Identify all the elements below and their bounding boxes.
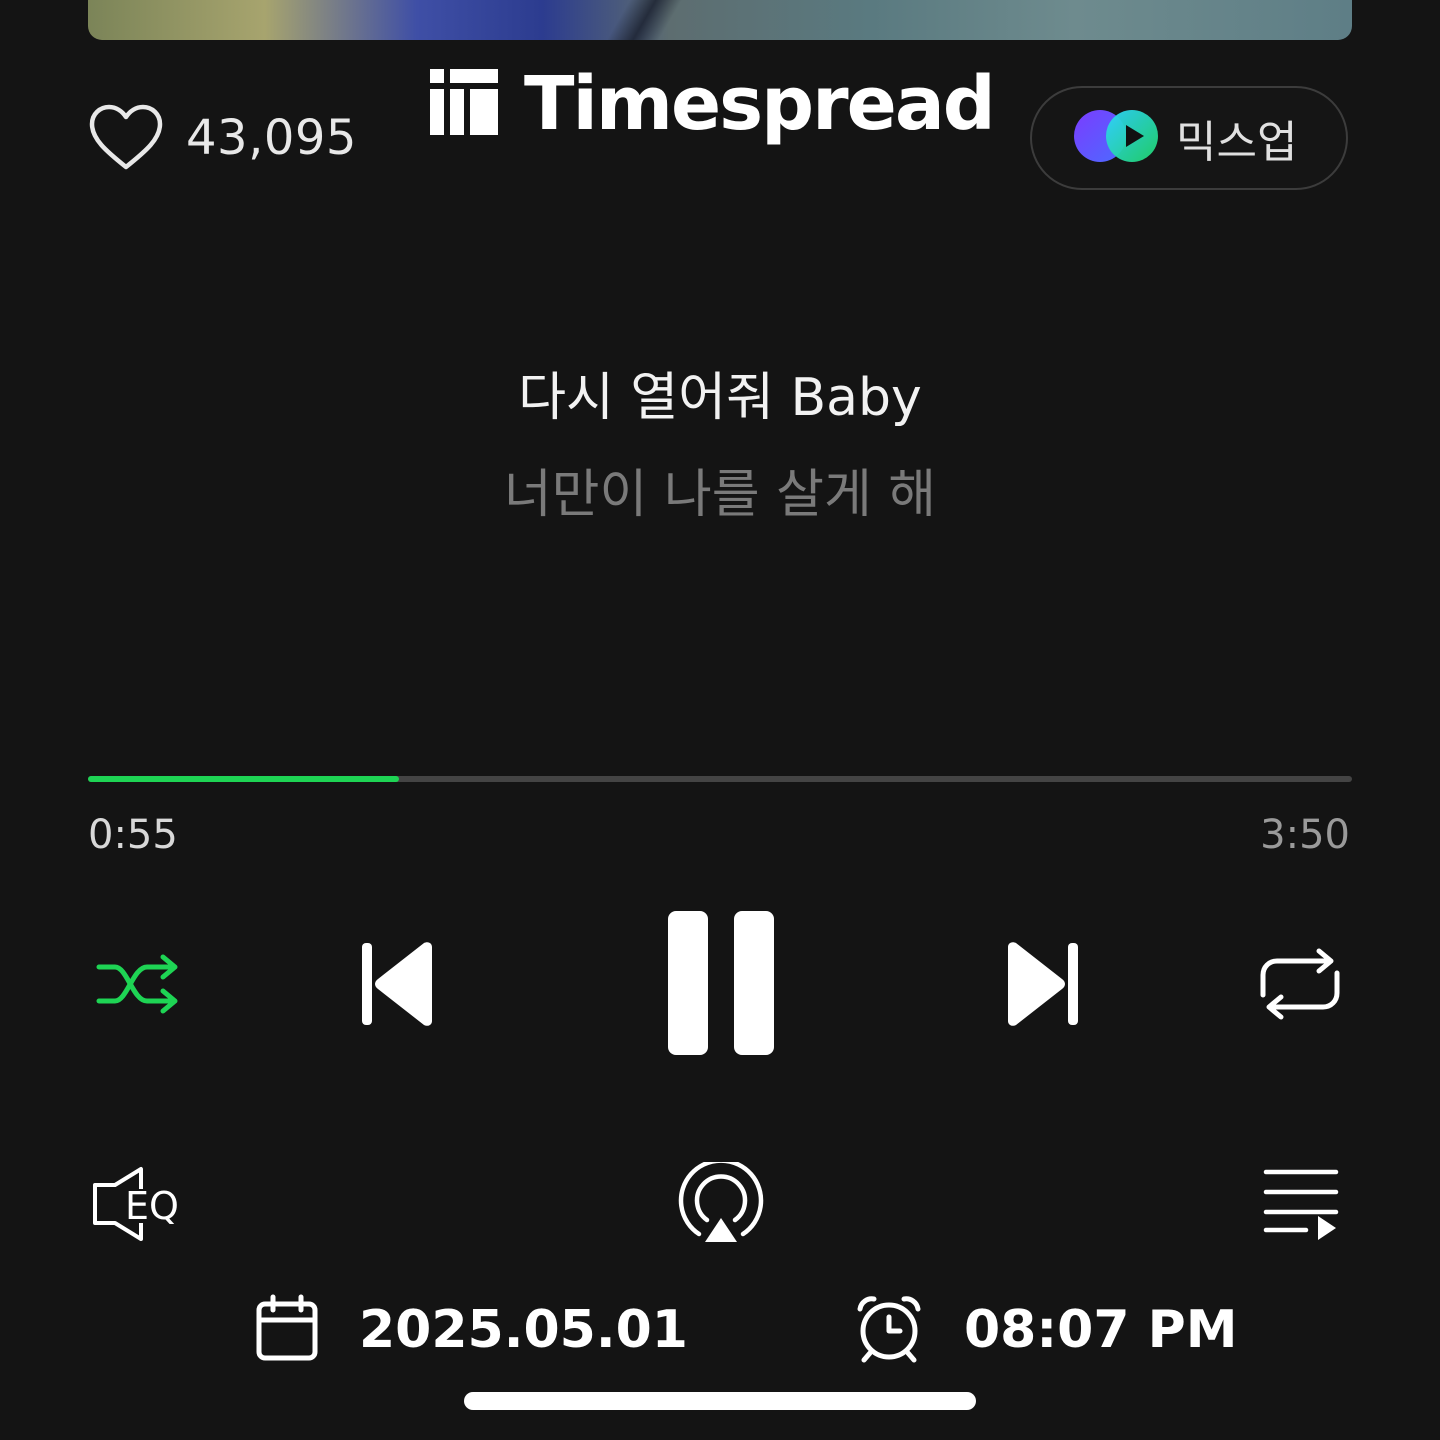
home-indicator[interactable] (464, 1392, 976, 1410)
queue-button[interactable] (1262, 1168, 1342, 1244)
calendar-icon (255, 1294, 319, 1366)
time-display: 08:07 PM (854, 1285, 1237, 1375)
like-count: 43,095 (186, 110, 357, 166)
eq-label: EQ (125, 1184, 179, 1228)
repeat-icon (1257, 945, 1343, 1027)
airplay-icon (677, 1158, 765, 1250)
mixup-logo-icon (1072, 108, 1162, 168)
shuffle-button[interactable] (92, 948, 184, 1024)
date-display: 2025.05.01 (255, 1285, 688, 1375)
repeat-button[interactable] (1256, 946, 1344, 1026)
timespread-logo-icon (430, 69, 498, 139)
playlist-queue-icon (1262, 1166, 1342, 1246)
previous-button[interactable] (356, 940, 440, 1032)
skip-next-icon (1002, 939, 1082, 1033)
brand-logo: Timespread (430, 61, 996, 147)
mixup-label: 믹스업 (1176, 117, 1298, 168)
alarm-clock-icon (854, 1293, 924, 1367)
heart-outline-icon (88, 103, 164, 173)
pause-icon (664, 909, 776, 1061)
date-text: 2025.05.01 (359, 1300, 688, 1360)
lyric-next-line[interactable]: 너만이 나를 살게 해 (0, 452, 1440, 527)
pause-button[interactable] (660, 908, 780, 1062)
equalizer-icon: EQ (89, 1163, 193, 1249)
skip-previous-icon (358, 939, 438, 1033)
like-button[interactable]: 43,095 (88, 103, 357, 173)
total-time: 3:50 (1260, 812, 1350, 858)
mixup-button[interactable]: 믹스업 (1030, 86, 1348, 190)
album-art-detail (608, 0, 698, 40)
progress-fill (88, 776, 399, 782)
eq-button[interactable]: EQ (88, 1164, 194, 1248)
next-button[interactable] (1000, 940, 1084, 1032)
elapsed-time: 0:55 (88, 812, 178, 858)
album-art (88, 0, 1352, 40)
brand-name: Timespread (524, 61, 996, 147)
lyric-current-line[interactable]: 다시 열어줘 Baby (0, 355, 1440, 430)
time-text: 08:07 PM (964, 1300, 1238, 1360)
progress-slider[interactable] (88, 776, 1352, 782)
airplay-button[interactable] (676, 1158, 766, 1250)
shuffle-icon (93, 949, 183, 1023)
